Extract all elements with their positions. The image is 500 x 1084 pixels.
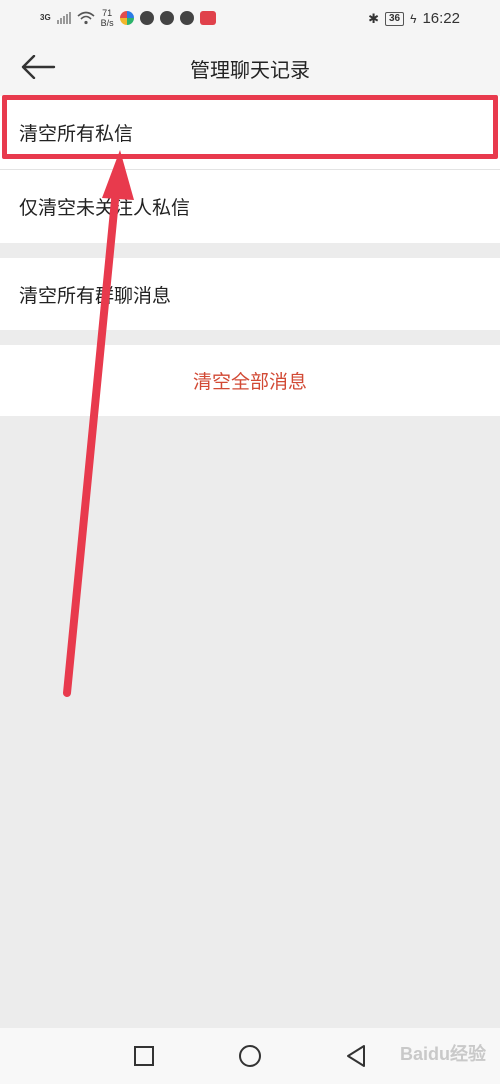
option-label: 清空所有群聊消息: [19, 284, 172, 307]
clear-all-private-messages-item[interactable]: 清空所有私信: [0, 96, 500, 170]
network-speed: 71 B/s: [101, 8, 114, 28]
watermark: Baidu经验: [399, 1044, 486, 1064]
home-button[interactable]: [238, 1044, 262, 1068]
app-notification-icon-4: [199, 11, 216, 25]
recents-button[interactable]: [132, 1044, 156, 1068]
option-label: 清空全部消息: [192, 371, 307, 393]
header: 管理聊天记录: [0, 38, 500, 96]
bluetooth-icon: ✱: [368, 10, 379, 26]
app-notification-icon: [119, 11, 134, 25]
clear-unfollowed-private-messages-item[interactable]: 仅清空未关注人私信: [0, 170, 500, 243]
app-notification-icon-3: [179, 11, 194, 25]
page-title: 管理聊天记录: [190, 58, 310, 82]
clear-all-group-chat-messages-item[interactable]: 清空所有群聊消息: [0, 258, 500, 330]
group-chat-group: 清空所有群聊消息: [0, 258, 500, 330]
option-label: 仅清空未关注人私信: [19, 197, 191, 219]
clock: 16:22: [422, 10, 460, 27]
option-label: 清空所有私信: [19, 123, 134, 145]
signal-icon: [56, 12, 71, 24]
speed-value: 71: [102, 8, 113, 18]
wifi-icon: [77, 11, 95, 25]
status-bar: 3G 71 B/s ✱ 36 ϟ 16:22: [0, 0, 500, 38]
speed-unit: B/s: [100, 18, 114, 28]
battery-icon: 36: [384, 11, 405, 26]
private-message-group: 清空所有私信 仅清空未关注人私信: [0, 96, 500, 243]
triangle-back-icon: [347, 1045, 365, 1067]
status-left: 3G 71 B/s: [40, 8, 216, 28]
chat-notification-icon: [139, 11, 154, 25]
status-right: ✱ 36 ϟ 16:22: [368, 10, 460, 27]
square-recents-icon: [134, 1046, 154, 1066]
nav-back-button[interactable]: [344, 1044, 368, 1068]
app-notification-icon-2: [159, 11, 174, 25]
charging-icon: ϟ: [410, 11, 417, 26]
network-type: 3G: [40, 14, 51, 22]
circle-home-icon: [239, 1045, 261, 1067]
network-label: 3G: [40, 13, 51, 22]
clear-all-group: 清空全部消息: [0, 345, 500, 416]
clear-all-messages-button[interactable]: 清空全部消息: [0, 345, 500, 416]
